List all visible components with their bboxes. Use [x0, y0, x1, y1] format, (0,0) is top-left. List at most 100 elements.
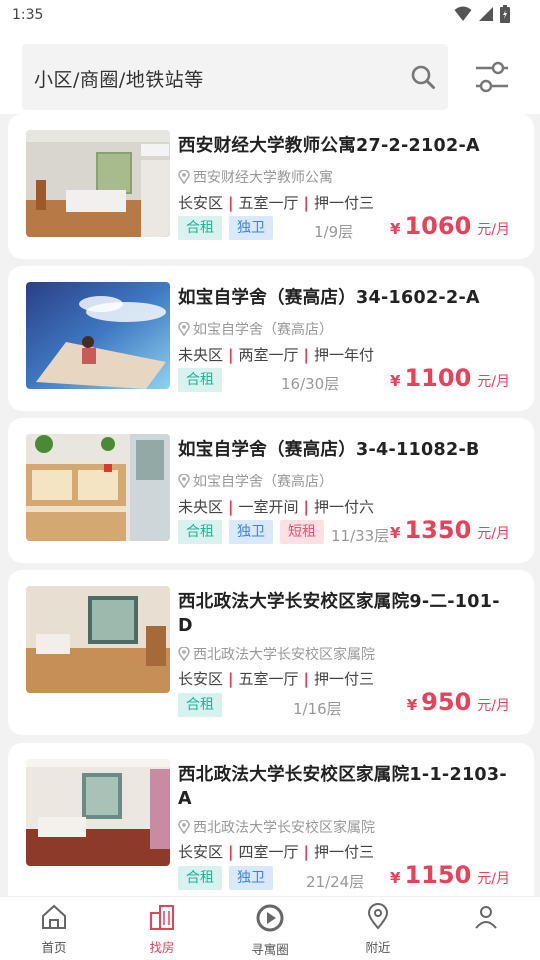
listing-card[interactable]: 如宝自学舍（赛高店）34-1602-2-A 如宝自学舍（赛高店） 未央区 | 两室一… — [8, 266, 534, 411]
floor-info: 1/9层 — [314, 223, 354, 241]
separator: | — [303, 345, 309, 364]
listing-card[interactable]: 西北政法大学长安校区家属院1-1-2103-A 西北政法大学长安校区家属院 长安… — [8, 743, 534, 896]
price: ¥1060 元/月 — [390, 212, 510, 240]
listing-title: 西北政法大学长安校区家属院9-二-101-D — [178, 592, 500, 636]
room-layout: 一室开间 — [238, 498, 299, 516]
price-unit: 元/月 — [477, 871, 510, 887]
floor-info: 21/24层 — [306, 873, 365, 891]
separator: | — [228, 193, 234, 212]
separator: | — [228, 842, 234, 861]
listing-photo[interactable] — [26, 434, 170, 541]
room-layout: 四室一厅 — [238, 843, 299, 861]
tab-home[interactable]: 首页 — [14, 903, 94, 956]
location-pin-icon — [178, 474, 190, 488]
tag-list: 合租 — [178, 368, 222, 392]
listing-meta: 长安区 | 五室一厅 | 押一付三 — [178, 668, 374, 689]
listing-meta: 长安区 | 五室一厅 | 押一付三 — [178, 192, 374, 213]
listing-meta: 未央区 | 两室一厅 | 押一年付 — [178, 344, 374, 365]
address-text: 如宝自学舍（赛高店） — [193, 322, 333, 338]
location-pin-icon — [178, 820, 190, 834]
tag: 独卫 — [229, 866, 273, 890]
tab-profile[interactable] — [446, 903, 526, 937]
tab-label: 找房 — [149, 940, 175, 955]
listing-address: 西安财经大学教师公寓 — [178, 167, 333, 187]
bottom-tab-bar: 首页 找房 寻寓圈 附近 — [0, 896, 540, 960]
price: ¥1100 元/月 — [390, 364, 510, 392]
search-icon[interactable] — [410, 64, 436, 90]
tab-community[interactable]: 寻寓圈 — [230, 903, 310, 958]
listing-meta: 长安区 | 四室一厅 | 押一付三 — [178, 841, 374, 862]
listing-photo[interactable] — [26, 759, 170, 866]
tag: 合租 — [178, 368, 222, 392]
search-input[interactable]: 小区/商圈/地铁站等 — [22, 44, 448, 110]
tab-find-room[interactable]: 找房 — [122, 903, 202, 956]
listing-photo[interactable] — [26, 586, 170, 693]
status-icons — [454, 5, 510, 23]
tag: 短租 — [280, 520, 324, 544]
listing-meta: 未央区 | 一室开间 | 押一付六 — [178, 496, 374, 517]
tag-list: 合租 独卫 短租 — [178, 520, 324, 544]
wifi-icon — [454, 6, 472, 21]
location-pin-icon — [178, 647, 190, 661]
tab-label: 附近 — [365, 940, 391, 955]
district: 未央区 — [178, 498, 224, 516]
currency: ¥ — [390, 220, 401, 238]
location-icon — [367, 903, 389, 930]
listing-title: 西北政法大学长安校区家属院1-1-2103-A — [178, 765, 507, 809]
address-text: 西北政法大学长安校区家属院 — [193, 820, 375, 836]
separator: | — [228, 345, 234, 364]
battery-icon — [500, 5, 510, 23]
payment-terms: 押一付三 — [314, 670, 375, 688]
location-pin-icon — [178, 170, 190, 184]
tag: 合租 — [178, 866, 222, 890]
home-icon — [42, 904, 66, 929]
tag: 独卫 — [229, 216, 273, 240]
separator: | — [303, 497, 309, 516]
listing-title: 西安财经大学教师公寓27-2-2102-A — [178, 136, 480, 156]
tab-nearby[interactable]: 附近 — [338, 903, 418, 956]
room-layout: 五室一厅 — [238, 670, 299, 688]
tag: 合租 — [178, 216, 222, 240]
separator: | — [303, 842, 309, 861]
currency: ¥ — [390, 524, 401, 542]
listing-address: 如宝自学舍（赛高店） — [178, 319, 333, 339]
listing-address: 如宝自学舍（赛高店） — [178, 471, 333, 491]
buildings-icon — [150, 905, 174, 930]
address-text: 如宝自学舍（赛高店） — [193, 474, 333, 490]
price: ¥1150 元/月 — [390, 861, 510, 889]
district: 长安区 — [178, 670, 224, 688]
tag: 合租 — [178, 693, 222, 717]
listing-photo[interactable] — [26, 282, 170, 389]
address-text: 西北政法大学长安校区家属院 — [193, 647, 375, 663]
room-layout: 两室一厅 — [238, 346, 299, 364]
tab-label: 寻寓圈 — [251, 942, 289, 957]
filter-icon[interactable] — [474, 60, 510, 94]
listing-card[interactable]: 西北政法大学长安校区家属院9-二-101-D 西北政法大学长安校区家属院 长安区… — [8, 570, 534, 735]
room-layout: 五室一厅 — [238, 194, 299, 212]
listing-card[interactable]: 如宝自学舍（赛高店）3-4-11082-B 如宝自学舍（赛高店） 未央区 | 一室开… — [8, 418, 534, 563]
listing-card[interactable]: 西安财经大学教师公寓27-2-2102-A 西安财经大学教师公寓 长安区 | 五室一… — [8, 114, 534, 259]
signal-icon — [479, 7, 493, 21]
district: 未央区 — [178, 346, 224, 364]
payment-terms: 押一付六 — [314, 498, 375, 516]
listing-title: 如宝自学舍（赛高店）34-1602-2-A — [178, 288, 480, 308]
search-placeholder: 小区/商圈/地铁站等 — [34, 69, 204, 91]
separator: | — [303, 193, 309, 212]
payment-terms: 押一年付 — [314, 346, 375, 364]
price-unit: 元/月 — [477, 698, 510, 714]
listing-list: 西安财经大学教师公寓27-2-2102-A 西安财经大学教师公寓 长安区 | 五室一… — [0, 114, 540, 896]
district: 长安区 — [178, 194, 224, 212]
price-unit: 元/月 — [477, 374, 510, 390]
listing-photo[interactable] — [26, 130, 170, 237]
tag-list: 合租 独卫 — [178, 866, 273, 890]
floor-info: 16/30层 — [281, 375, 340, 393]
payment-terms: 押一付三 — [314, 194, 375, 212]
currency: ¥ — [390, 869, 401, 887]
tag: 独卫 — [229, 520, 273, 544]
price-value: 1060 — [404, 212, 472, 240]
status-time: 1:35 — [12, 7, 44, 23]
separator: | — [228, 669, 234, 688]
tag-list: 合租 独卫 — [178, 216, 273, 240]
district: 长安区 — [178, 843, 224, 861]
status-bar: 1:35 — [0, 0, 540, 34]
